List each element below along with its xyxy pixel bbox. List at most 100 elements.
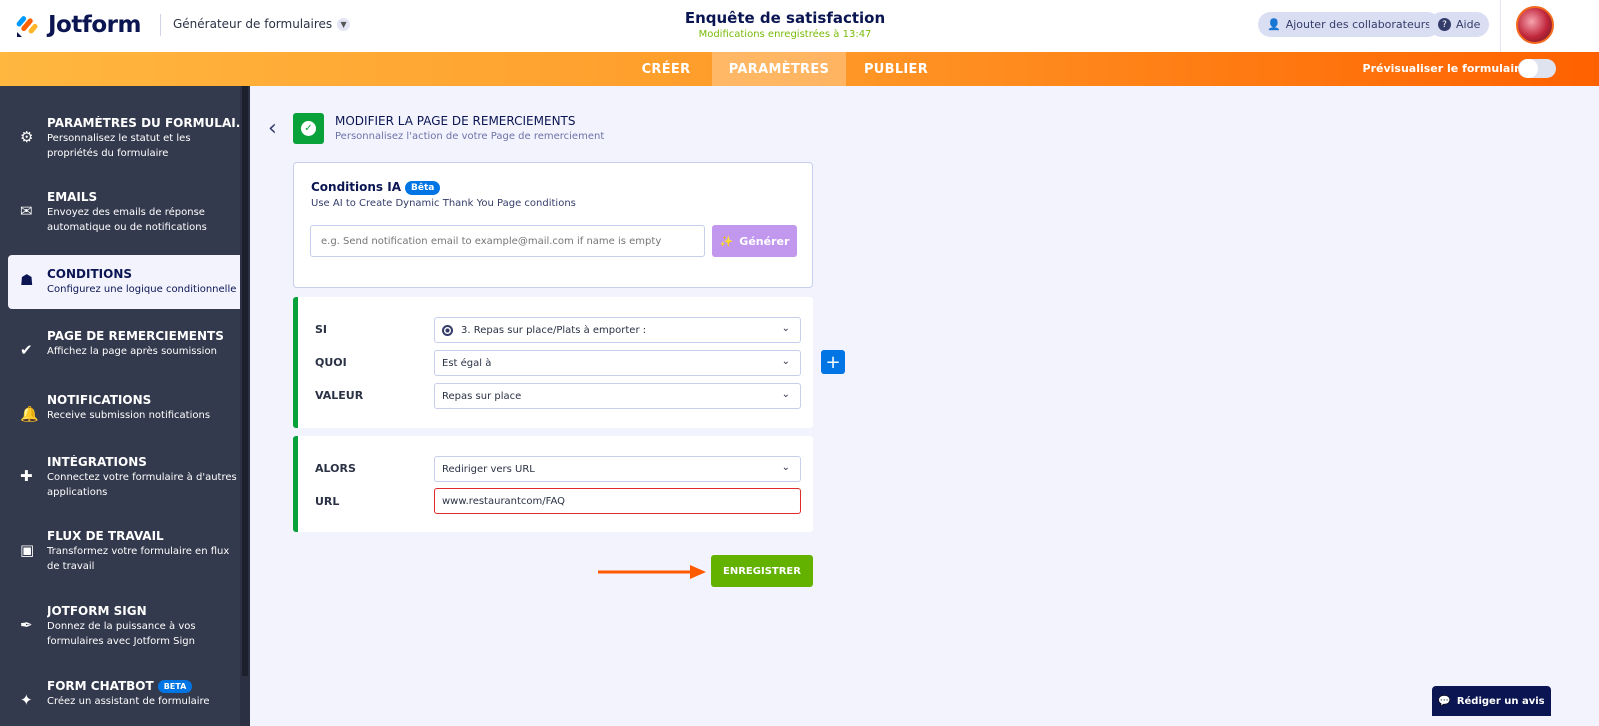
item-desc: Affichez la page après soumission [47,346,217,357]
gear-icon: ⚙ [20,128,34,146]
operator-select[interactable]: Est égal à ⌄ [434,350,801,376]
add-collaborators-button[interactable]: 👤 Ajouter des collaborateurs [1258,12,1440,37]
sparkle-icon: ✨ [719,234,734,248]
condition-block: SI 3. Repas sur place/Plats à emporter :… [293,297,813,428]
item-title: PAGE DE REMERCIEMENTS [47,329,224,343]
divider [1500,0,1501,52]
url-value: www.restaurantcom/FAQ [442,495,566,507]
help-label: Aide [1456,18,1481,31]
sidebar-item-integrations[interactable]: ✚ INTÉGRATIONS Connectez votre formulaire … [0,455,240,500]
value-label: VALEUR [315,389,364,402]
sidebar-item-conditions[interactable]: ☗ CONDITIONS Configurez une logique condit… [8,255,240,309]
header: Jotform Générateur de formulaires ▼ Enquê… [0,0,1599,52]
builder-label: Générateur de formulaires [173,17,333,31]
item-title: CONDITIONS [47,267,133,281]
brand-name: Jotform [48,12,141,38]
save-button[interactable]: ENREGISTRER [711,555,813,587]
beta-badge: Bêta [405,180,441,195]
tab-publier[interactable]: PUBLIER [846,52,946,86]
sidebar-item-workflow[interactable]: ▣ FLUX DE TRAVAIL Transformez votre formul… [0,529,240,574]
item-desc: Donnez de la puissance à vos formulaires… [47,621,196,647]
item-desc: Transformez votre formulaire en flux de … [47,546,230,572]
sidebar-item-notifications[interactable]: 🔔 NOTIFICATIONS Receive submission notific… [0,393,240,423]
page-title: MODIFIER LA PAGE DE REMERCIEMENTS [335,114,576,128]
page-subtitle: Personnalisez l'action de votre Page de … [335,131,605,142]
puzzle-icon: ✚ [20,467,33,485]
arrow-annotation-icon [598,565,706,579]
url-input[interactable]: www.restaurantcom/FAQ [434,488,801,514]
bell-icon: 🔔 [20,405,39,423]
item-desc: Receive submission notifications [47,410,211,421]
back-chevron-icon[interactable]: ‹ [268,116,277,141]
action-block: ALORS Rediriger vers URL ⌄ URL www.restau… [293,436,813,532]
pen-nib-icon: ✒ [20,616,33,634]
ai-title: Conditions IA [311,180,402,194]
preview-label: Prévisualiser le formulaire [1362,62,1527,75]
divider [160,14,161,36]
write-review-button[interactable]: 💬 Rédiger un avis [1432,686,1551,716]
generate-label: Générer [739,234,790,248]
operator-value: Est égal à [442,357,492,369]
form-title[interactable]: Enquête de satisfaction [600,9,970,27]
chevron-down-icon: ▼ [337,17,351,31]
generate-button[interactable]: ✨ Générer [712,225,797,257]
action-select[interactable]: Rediriger vers URL ⌄ [434,456,801,482]
jotform-logo-icon [16,16,38,37]
main-nav: CRÉER PARAMÈTRES PUBLIER Prévisualiser l… [0,52,1599,86]
review-icon: 💬 [1438,695,1451,707]
collaborators-label: Ajouter des collaborateurs [1285,18,1431,31]
thank-you-page-icon: ✓ [293,113,324,144]
review-label: Rédiger un avis [1456,695,1545,707]
item-desc: Personnalisez le statut et les propriété… [47,133,191,159]
chevron-down-icon: ⌄ [781,323,790,334]
if-field-select[interactable]: 3. Repas sur place/Plats à emporter : ⌄ [434,317,801,343]
user-icon: 👤 [1267,18,1281,31]
help-button[interactable]: ? Aide [1429,12,1490,37]
item-title: INTÉGRATIONS [47,455,147,469]
preview-toggle[interactable] [1518,59,1556,78]
avatar[interactable] [1516,6,1554,44]
ai-desc: Use AI to Create Dynamic Thank You Page … [311,198,576,209]
tab-parametres[interactable]: PARAMÈTRES [712,52,846,86]
check-circle-icon: ✔ [20,341,33,359]
what-label: QUOI [315,356,347,369]
saved-status: Modifications enregistrées à 13:47 [698,29,872,40]
item-title: FLUX DE TRAVAIL [47,529,164,543]
item-title: JOTFORM SIGN [47,604,147,618]
ai-prompt-input[interactable] [310,225,705,257]
if-label: SI [315,323,328,336]
sidebar-item-form-settings[interactable]: ⚙ PARAMÈTRES DU FORMULAI... Personnalisez … [0,116,240,161]
workflow-icon: ▣ [20,541,35,559]
item-title: FORM CHATBOT [47,679,154,693]
item-desc: Créez un assistant de formulaire [47,696,210,707]
builder-dropdown[interactable]: Générateur de formulaires ▼ [173,17,351,31]
if-value: 3. Repas sur place/Plats à emporter : [461,324,647,336]
add-condition-button[interactable]: + [821,350,845,374]
item-desc: Configurez une logique conditionnelle [47,284,237,295]
help-icon: ? [1438,18,1451,31]
chevron-down-icon: ⌄ [781,356,790,367]
sidebar-item-jotform-sign[interactable]: ✒ JOTFORM SIGN Donnez de la puissance à vo… [0,604,240,649]
envelope-icon: ✉ [20,202,33,220]
jotform-logo[interactable]: Jotform [16,12,141,38]
item-title: NOTIFICATIONS [47,393,152,407]
url-label: URL [315,495,340,508]
item-desc: Connectez votre formulaire à d'autres ap… [47,472,237,498]
item-title: PARAMÈTRES DU FORMULAI... [47,116,240,130]
chevron-down-icon: ⌄ [781,389,790,400]
action-value: Rediriger vers URL [442,463,535,475]
item-desc: Envoyez des emails de réponse automatiqu… [47,207,207,233]
ai-conditions-card: Conditions IA Bêta Use AI to Create Dynam… [293,162,813,288]
beta-badge: BETA [157,680,193,693]
hierarchy-icon: ☗ [20,271,34,289]
chevron-down-icon: ⌄ [781,462,790,473]
form-title-area: Enquête de satisfaction Modifications en… [600,9,970,40]
sidebar-item-form-chatbot[interactable]: ✦ FORM CHATBOT BETA Créez un assistant de f… [0,679,240,709]
item-title: EMAILS [47,190,98,204]
chatbot-icon: ✦ [20,691,33,709]
sidebar-item-emails[interactable]: ✉ EMAILS Envoyez des emails de réponse aut… [0,190,240,235]
sidebar-item-thank-you[interactable]: ✔ PAGE DE REMERCIEMENTS Affichez la page a… [0,329,240,359]
value-select[interactable]: Repas sur place ⌄ [434,383,801,409]
tab-creer[interactable]: CRÉER [620,52,712,86]
scrollbar-thumb[interactable] [242,86,248,676]
